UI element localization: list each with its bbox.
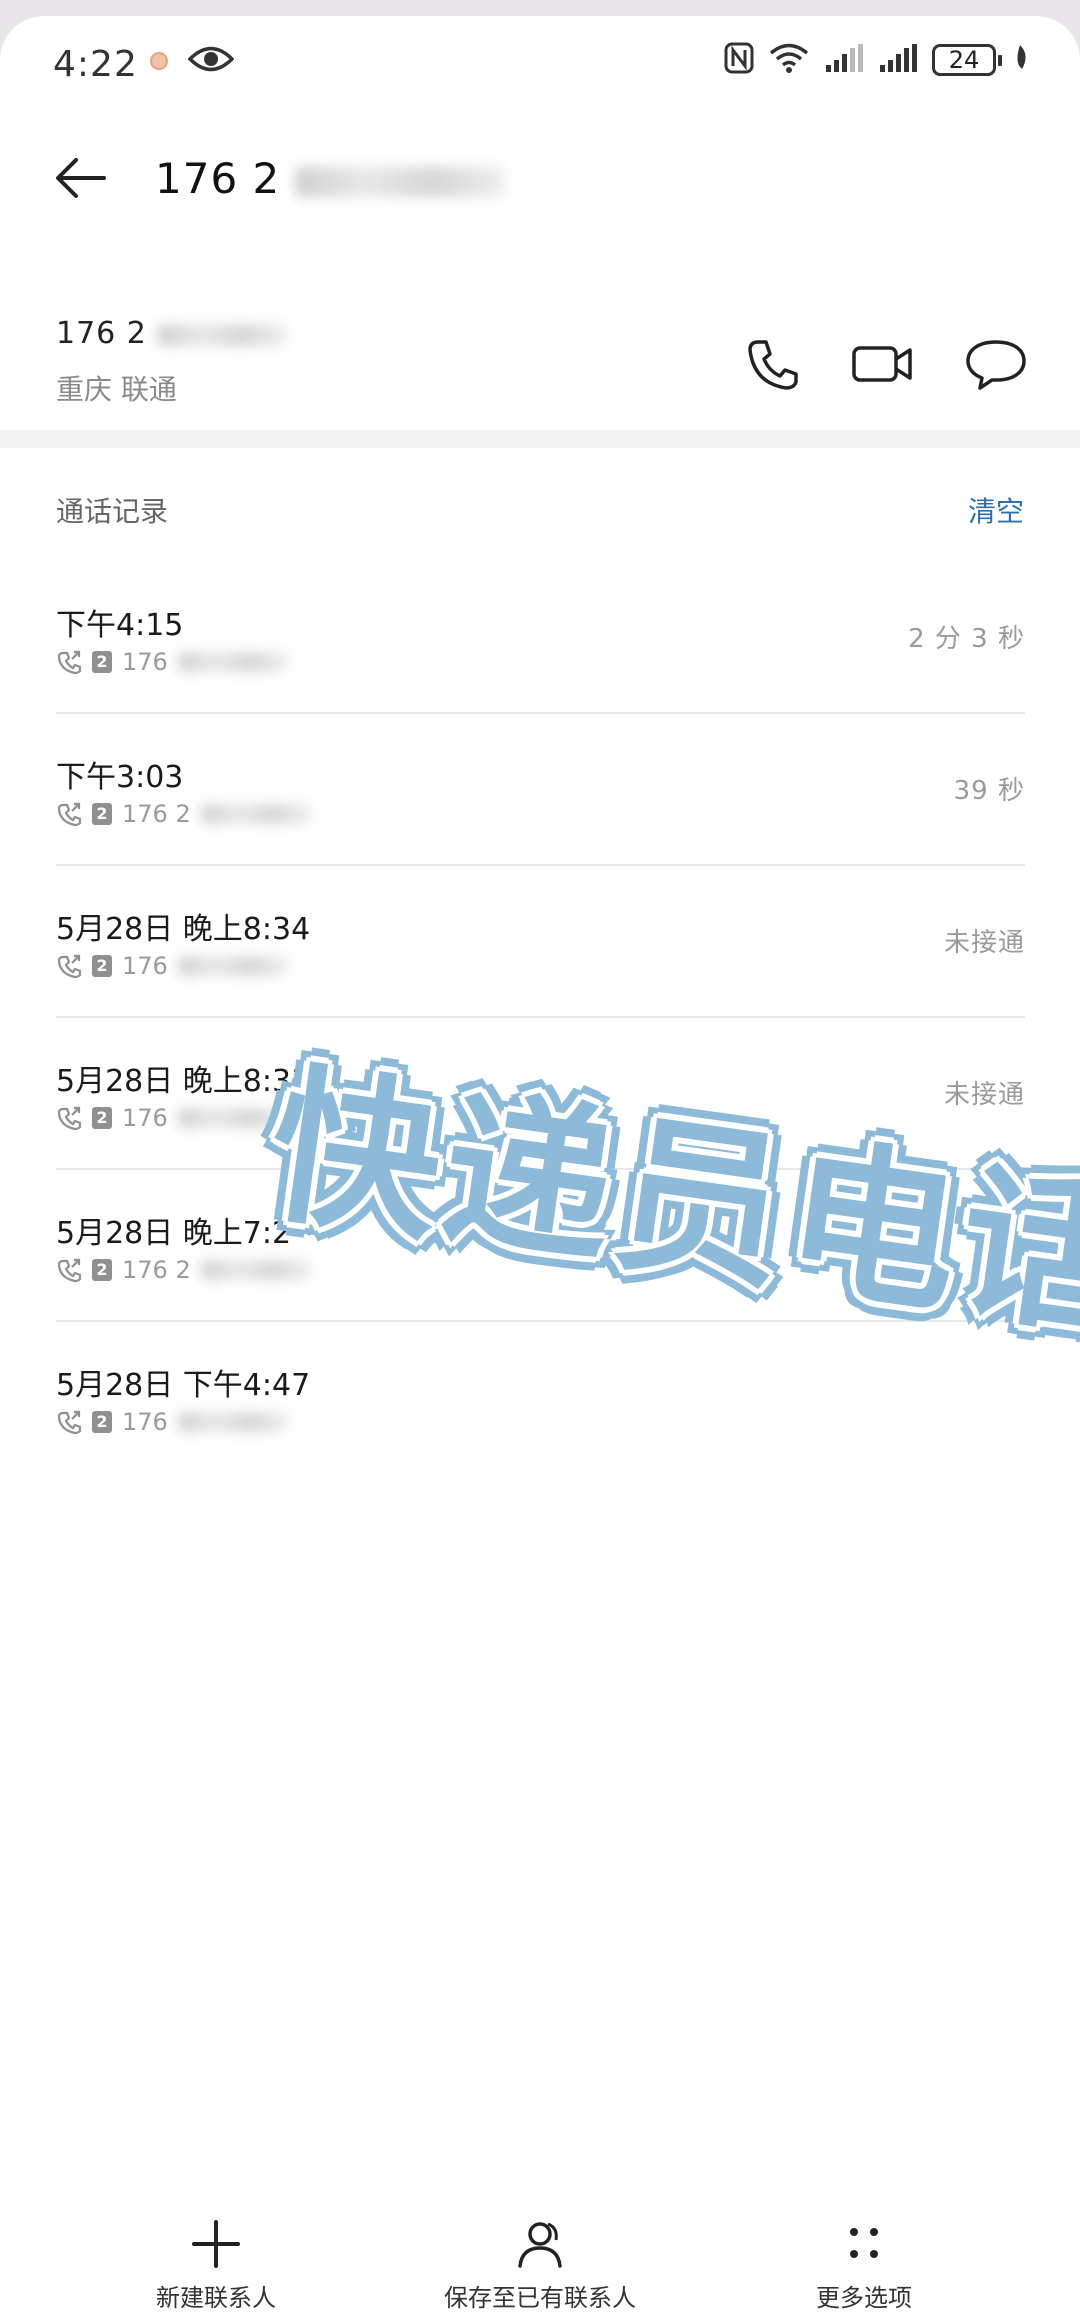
outgoing-call-icon [57, 1106, 82, 1131]
outgoing-call-icon [57, 1258, 82, 1283]
clear-button[interactable]: 清空 [968, 490, 1024, 530]
notification-flower-icon [150, 52, 168, 70]
sim-badge: 2 [92, 955, 112, 977]
message-button[interactable] [960, 328, 1032, 400]
sim-badge: 2 [92, 1259, 112, 1281]
contact-number: 176 2 [56, 316, 288, 351]
sim-badge: 2 [92, 1411, 112, 1433]
call-time: 下午4:15 [56, 608, 184, 643]
nfc-icon [724, 42, 754, 78]
more-options-label: 更多选项 [816, 2284, 912, 2312]
status-icons: 24 [724, 42, 1030, 78]
save-to-existing-contact-button[interactable]: 保存至已有联系人 [410, 2216, 670, 2313]
call-log-item[interactable]: 下午4:15 2 176 2 分 3 秒 [56, 562, 1025, 714]
call-time: 5月28日 下午4:47 [56, 1368, 311, 1403]
status-time: 4:22 [53, 44, 138, 85]
call-time: 5月28日 晚上8:34 [56, 912, 311, 947]
call-detail: 2 176 [56, 952, 288, 980]
outgoing-call-icon [57, 954, 82, 979]
call-number: 176 [122, 648, 168, 676]
call-time: 下午3:03 [56, 760, 184, 795]
call-detail: 2 176 2 [56, 1256, 311, 1284]
wifi-icon [768, 42, 810, 78]
redacted-number [157, 323, 288, 346]
page-title-number: 176 2 [155, 154, 281, 203]
redacted-number [177, 1412, 288, 1432]
call-time: 5月28日 晚上8:33 [56, 1064, 311, 1099]
person-icon [518, 2222, 562, 2268]
redacted-number [294, 166, 505, 197]
status-bar: 4:22 24 [0, 16, 1080, 106]
call-number: 176 2 [122, 1256, 191, 1284]
call-button[interactable] [736, 328, 808, 400]
more-options-button[interactable]: 更多选项 [734, 2216, 994, 2313]
page-title: 176 2 [155, 154, 505, 203]
call-number: 176 2 [122, 800, 191, 828]
signal-icon-2 [878, 43, 918, 77]
outgoing-call-icon [57, 1410, 82, 1435]
call-detail: 2 176 [56, 648, 288, 676]
sim-badge: 2 [92, 803, 112, 825]
call-log-title: 通话记录 [56, 495, 169, 528]
new-contact-label: 新建联系人 [156, 2284, 276, 2312]
call-log-item[interactable]: 5月28日 晚上8:34 2 176 未接通 [56, 866, 1025, 1018]
call-number: 176 [122, 1104, 168, 1132]
new-contact-button[interactable]: 新建联系人 [86, 2216, 346, 2313]
eye-comfort-icon [187, 44, 235, 78]
call-log-item[interactable]: 5月28日 下午4:47 2 176 [56, 1322, 1025, 1474]
redacted-number [177, 956, 288, 976]
section-separator [0, 430, 1080, 448]
redacted-number [200, 1260, 311, 1280]
call-detail: 2 176 [56, 1408, 288, 1436]
sim-badge: 2 [92, 651, 112, 673]
call-duration: 未接通 [943, 928, 1025, 958]
redacted-number [200, 804, 311, 824]
call-number: 176 [122, 952, 168, 980]
contact-location: 重庆 联通 [56, 373, 177, 406]
call-detail: 2 176 2 [56, 800, 311, 828]
battery-indicator: 24 [932, 44, 1002, 76]
outgoing-call-icon [57, 802, 82, 827]
sim-badge: 2 [92, 1107, 112, 1129]
redacted-number [177, 652, 288, 672]
call-duration: 39 秒 [953, 776, 1025, 806]
save-to-existing-label: 保存至已有联系人 [444, 2284, 636, 2312]
screen: 4:22 24 176 2 176 2 重庆 联通 通话记录 清空 下午4:15… [0, 16, 1080, 2315]
contact-number-text: 176 2 [56, 316, 147, 351]
signal-icon-1 [824, 43, 864, 77]
call-number: 176 [122, 1408, 168, 1436]
video-call-button[interactable] [846, 328, 918, 400]
bottom-action-bar: 新建联系人 保存至已有联系人 更多选项 [0, 2216, 1080, 2315]
leaf-icon [1010, 43, 1030, 77]
plus-icon [192, 2220, 240, 2268]
call-detail: 2 176 [56, 1104, 288, 1132]
back-button[interactable] [52, 148, 112, 208]
outgoing-call-icon [57, 650, 82, 675]
call-log-item[interactable]: 下午3:03 2 176 2 39 秒 [56, 714, 1025, 866]
call-duration: 2 分 3 秒 [908, 624, 1025, 654]
more-dots-icon [850, 2228, 878, 2258]
redacted-number [177, 1108, 288, 1128]
call-time: 5月28日 晚上7:2 [56, 1216, 292, 1251]
